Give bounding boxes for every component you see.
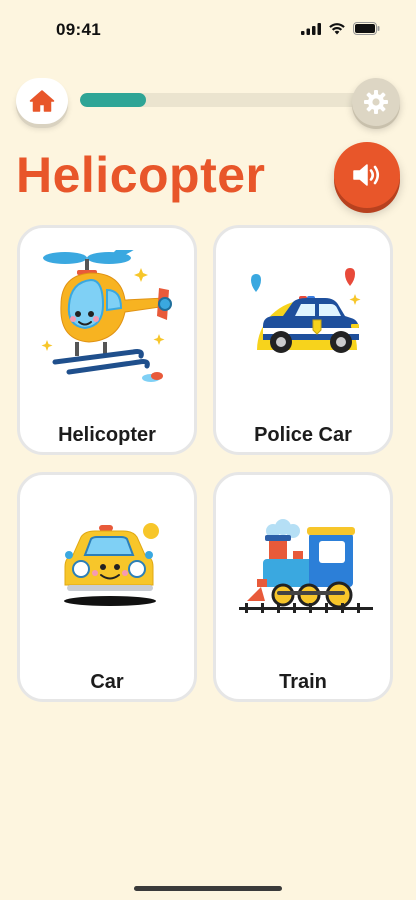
train-icon (239, 519, 373, 613)
status-icons (301, 22, 380, 35)
card-image (41, 497, 179, 635)
card-train[interactable]: Train (213, 472, 393, 702)
card-label: Police Car (254, 424, 352, 446)
card-image (41, 250, 179, 388)
home-button[interactable] (16, 78, 68, 124)
card-label: Helicopter (58, 424, 156, 446)
sound-button[interactable] (334, 142, 400, 208)
progress-bar (80, 93, 380, 107)
signal-icon (301, 22, 321, 35)
home-icon (29, 90, 55, 112)
card-helicopter[interactable]: Helicopter (17, 225, 197, 455)
gear-icon (364, 90, 388, 114)
status-bar: 09:41 (0, 0, 416, 60)
car-icon (64, 523, 159, 606)
settings-button[interactable] (352, 78, 400, 126)
speaker-icon (353, 164, 380, 186)
card-image (237, 497, 375, 635)
card-police-car[interactable]: Police Car (213, 225, 393, 455)
card-label: Car (90, 671, 124, 693)
police-car-icon (251, 268, 361, 353)
page-title: Helicopter (16, 147, 266, 203)
progress-fill (80, 93, 146, 107)
card-image (237, 250, 375, 388)
helicopter-icon (41, 250, 172, 382)
status-time: 09:41 (56, 20, 101, 39)
wifi-icon (329, 23, 345, 35)
card-label: Train (279, 671, 327, 693)
battery-icon (353, 22, 380, 35)
home-indicator (134, 886, 282, 891)
card-car[interactable]: Car (17, 472, 197, 702)
